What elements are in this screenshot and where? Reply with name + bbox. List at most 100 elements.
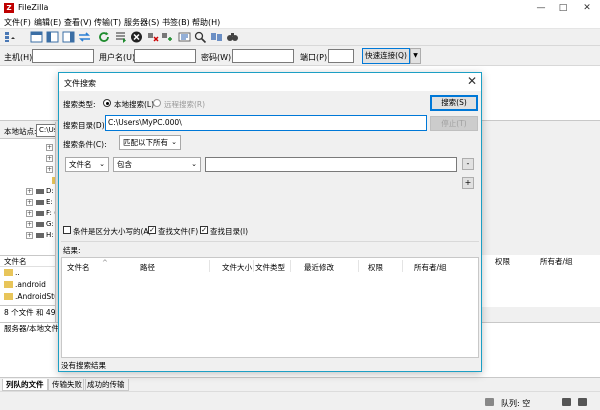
drive-icon <box>36 233 44 238</box>
menu-view[interactable]: 查看(V) <box>64 17 92 28</box>
menu-bookmarks[interactable]: 书签(B) <box>162 17 190 28</box>
quickconnect-button[interactable]: 快速连接(Q) <box>362 48 410 64</box>
status-bar: 队列: 空 <box>0 391 600 410</box>
reconnect-icon[interactable] <box>160 31 173 43</box>
refresh-icon[interactable] <box>98 31 111 43</box>
results-col-size[interactable]: 文件大小 <box>222 262 252 273</box>
tree-row[interactable] <box>0 175 55 186</box>
disconnect-icon[interactable] <box>146 31 159 43</box>
site-manager-icon[interactable] <box>4 31 17 43</box>
dialog-title-bar: 文件搜索 ✕ <box>59 73 481 91</box>
file-search-dialog: 文件搜索 ✕ 搜索类型: 本地搜索(L) 远程搜索(R) 搜索(S) 搜索目录(… <box>58 72 482 372</box>
search-button[interactable]: 搜索(S) <box>430 95 478 111</box>
case-sensitive-label[interactable]: 条件是区分大小写的(A) <box>73 226 151 237</box>
tree-row[interactable]: + <box>0 153 55 164</box>
list-item[interactable]: .. <box>4 268 20 279</box>
menu-help[interactable]: 帮助(H) <box>192 17 220 28</box>
tree-row[interactable]: + <box>0 142 55 153</box>
filter-value-input[interactable] <box>205 157 457 172</box>
directory-compare-icon[interactable] <box>226 31 239 43</box>
password-input[interactable] <box>232 49 294 63</box>
drive-icon <box>36 189 44 194</box>
tree-row[interactable]: + <box>0 164 55 175</box>
minimize-button[interactable]: — <box>530 0 552 16</box>
transfer-indicator-icon <box>562 398 571 406</box>
local-filename-column-header[interactable]: 文件名 <box>0 255 55 267</box>
filter-operator-value: 包含 <box>117 160 132 169</box>
results-col-filename[interactable]: 文件名 <box>67 262 90 273</box>
cancel-operation-icon[interactable] <box>130 31 143 43</box>
divider <box>61 241 479 242</box>
results-label: 结果: <box>63 246 81 255</box>
close-icon[interactable]: ✕ <box>467 74 477 88</box>
tree-row-drive[interactable]: +E: ( <box>0 197 55 208</box>
host-label: 主机(H): <box>4 53 35 62</box>
local-site-input[interactable]: C:\Use <box>36 124 55 137</box>
tree-row-drive[interactable]: +H: ( <box>0 230 55 241</box>
radio-remote-search-label[interactable]: 远程搜索(R) <box>164 99 205 110</box>
maximize-button[interactable]: □ <box>552 0 574 16</box>
stop-button[interactable]: 停止(T) <box>430 116 478 131</box>
password-label: 密码(W): <box>201 53 234 62</box>
add-condition-button[interactable]: + <box>462 177 474 189</box>
menu-transfer[interactable]: 传输(T) <box>94 17 121 28</box>
column-divider[interactable] <box>253 260 254 272</box>
transfer-indicator-icon <box>578 398 587 406</box>
remote-owner-column-header[interactable]: 所有者/组 <box>540 256 573 267</box>
close-window-button[interactable]: ✕ <box>576 0 598 16</box>
remote-file-list[interactable] <box>480 267 600 307</box>
find-files-label[interactable]: 查找文件(F) <box>158 226 198 237</box>
condition-mode-select[interactable]: 匹配以下所有 ⌄ <box>119 135 181 150</box>
remove-condition-button[interactable]: - <box>462 158 474 170</box>
column-divider[interactable] <box>402 260 403 272</box>
radio-remote-search[interactable] <box>153 99 161 107</box>
filter-field-select[interactable]: 文件名 ⌄ <box>65 157 109 172</box>
menu-edit[interactable]: 编辑(E) <box>34 17 61 28</box>
list-item[interactable]: .AndroidStudi <box>4 292 55 303</box>
list-item[interactable]: .android <box>4 280 46 291</box>
radio-local-search[interactable] <box>103 99 111 107</box>
toggle-local-tree-icon[interactable] <box>46 31 59 43</box>
file-name: .. <box>15 268 20 277</box>
tab-successful-transfers[interactable]: 成功的传输 <box>83 379 129 391</box>
search-directory-input[interactable]: C:\Users\MyPC.000\ <box>105 115 427 131</box>
results-col-owner[interactable]: 所有者/组 <box>414 262 447 273</box>
remote-permissions-column-header[interactable]: 权限 <box>495 256 510 267</box>
results-col-modified[interactable]: 最近修改 <box>304 262 334 273</box>
menu-server[interactable]: 服务器(S) <box>124 17 159 28</box>
host-input[interactable] <box>32 49 94 63</box>
toggle-remote-tree-icon[interactable] <box>62 31 75 43</box>
find-files-checkbox[interactable]: ✓ <box>148 226 156 234</box>
column-divider[interactable] <box>290 260 291 272</box>
drive-label: E: ( <box>46 198 55 206</box>
menu-file[interactable]: 文件(F) <box>4 17 31 28</box>
find-directories-checkbox[interactable]: ✓ <box>200 226 208 234</box>
chevron-down-icon: ⌄ <box>191 160 197 168</box>
radio-local-search-label[interactable]: 本地搜索(L) <box>114 99 154 110</box>
quickconnect-history-dropdown[interactable]: ▼ <box>410 48 421 64</box>
case-sensitive-checkbox[interactable] <box>63 226 71 234</box>
process-queue-icon[interactable] <box>114 31 127 43</box>
port-input[interactable] <box>328 49 354 63</box>
results-col-permissions[interactable]: 权限 <box>368 262 383 273</box>
tab-queued-files[interactable]: 列队的文件 <box>2 379 48 391</box>
column-divider[interactable] <box>209 260 210 272</box>
tab-failed-transfers[interactable]: 传输失败 <box>48 379 86 391</box>
filter-icon[interactable] <box>178 31 191 43</box>
tree-row-drive[interactable]: + F: ( <box>0 208 55 219</box>
toggle-queue-icon[interactable] <box>78 31 91 43</box>
sync-browsing-icon[interactable] <box>210 31 223 43</box>
find-directories-label[interactable]: 查找目录(I) <box>210 226 248 237</box>
folder-icon <box>52 177 55 184</box>
search-results-list[interactable]: 文件名 ^ 路径 文件大小 文件类型 最近修改 权限 所有者/组 <box>61 257 479 358</box>
username-input[interactable] <box>134 49 196 63</box>
tree-row-drive[interactable]: +G: ( <box>0 219 55 230</box>
search-remote-files-icon[interactable] <box>194 31 207 43</box>
column-divider[interactable] <box>358 260 359 272</box>
filter-operator-select[interactable]: 包含 ⌄ <box>113 157 201 172</box>
tree-row-drive[interactable]: +D: ( <box>0 186 55 197</box>
drive-icon <box>36 200 44 205</box>
results-col-type[interactable]: 文件类型 <box>255 262 285 273</box>
toggle-message-log-icon[interactable] <box>30 31 43 43</box>
results-col-path[interactable]: 路径 <box>140 262 155 273</box>
